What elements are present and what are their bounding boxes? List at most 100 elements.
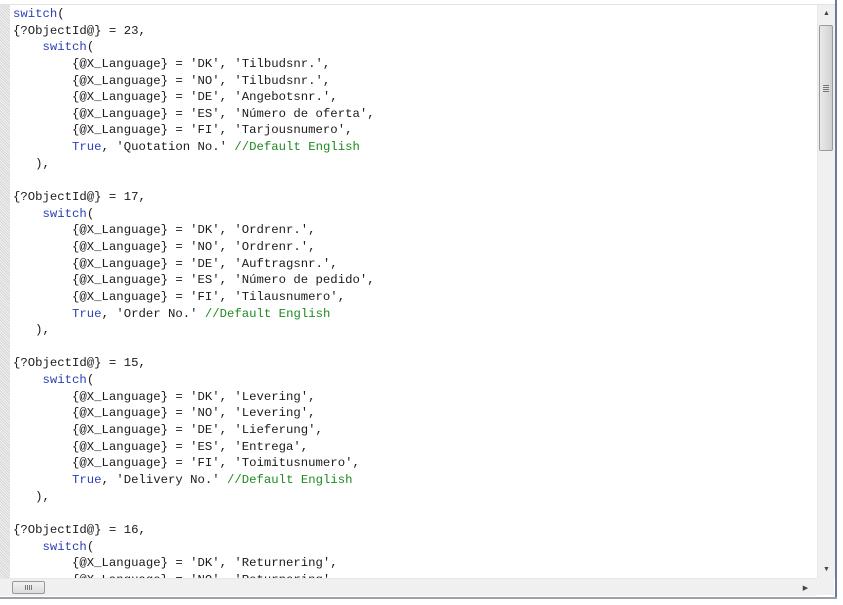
scrollbar-corner [817,578,834,595]
grip-icon [823,84,829,92]
code-token: {?ObjectId@} = 17, [13,190,146,205]
keyword-token: switch [42,373,87,388]
horizontal-scrollbar[interactable]: ▶ [0,578,817,596]
code-token: {@X_Language} = 'DK', 'Returnering', [13,556,338,571]
code-line: switch( [13,206,813,223]
code-token: ), [13,323,50,338]
code-line: switch( [13,372,813,389]
code-token: {@X_Language} = 'ES', 'Entrega', [13,439,309,454]
editor-gutter [0,5,10,578]
code-line: {@X_Language} = 'NO', 'Ordrenr.', [13,239,813,256]
code-line: {@X_Language} = 'DK', 'Returnering', [13,555,813,572]
code-line: {@X_Language} = 'ES', 'Número de oferta'… [13,106,813,123]
code-text[interactable]: switch({?ObjectId@} = 23, switch( {@X_La… [13,6,813,578]
code-token: ( [86,539,95,554]
code-line: {?ObjectId@} = 23, [13,23,813,40]
code-line: {@X_Language} = 'FI', 'Tarjousnumero', [13,122,813,139]
code-token: {@X_Language} = 'NO', 'Ordrenr.', [13,239,316,254]
code-line: ​ [13,172,813,189]
keyword-token: True [72,306,102,321]
code-token: , 'Order No.' [101,306,205,321]
code-token: ), [13,156,50,171]
code-token: , 'Quotation No.' [101,140,235,155]
code-line: switch( [13,39,813,56]
code-line: {@X_Language} = 'DE', 'Lieferung', [13,422,813,439]
keyword-token: True [72,140,102,155]
keyword-token: switch [42,539,87,554]
vertical-scrollbar[interactable]: ▲ ▼ [817,5,835,578]
code-token: {@X_Language} = 'ES', 'Número de pedido'… [13,273,375,288]
code-line: ​ [13,339,813,356]
code-line: {@X_Language} = 'NO', 'Levering', [13,405,813,422]
arrow-down-icon: ▼ [823,566,830,573]
code-line: {@X_Language} = 'DE', 'Angebotsnr.', [13,89,813,106]
comment-token: //Default English [227,472,353,487]
code-line: switch( [13,539,813,556]
comment-token: //Default English [234,140,360,155]
code-token: {@X_Language} = 'FI', 'Tilausnumero', [13,289,346,304]
window-edge-right [835,0,837,597]
code-token: {?ObjectId@} = 16, [13,522,146,537]
code-line: ), [13,156,813,173]
code-line: ​ [13,505,813,522]
code-line: ), [13,322,813,339]
code-line: {?ObjectId@} = 17, [13,189,813,206]
keyword-token: True [72,472,102,487]
code-line: {@X_Language} = 'DK', 'Ordrenr.', [13,222,813,239]
code-token: ( [86,373,95,388]
code-token: {@X_Language} = 'DK', 'Tilbudsnr.', [13,56,331,71]
code-line: {@X_Language} = 'ES', 'Entrega', [13,439,813,456]
code-token: {@X_Language} = 'DE', 'Auftragsnr.', [13,256,338,271]
code-token: {@X_Language} = 'DK', 'Ordrenr.', [13,223,316,238]
code-line: {@X_Language} = 'ES', 'Número de pedido'… [13,272,813,289]
horizontal-scroll-thumb[interactable] [12,581,45,594]
code-token: {@X_Language} = 'ES', 'Número de oferta'… [13,106,375,121]
grip-icon [25,585,32,590]
window-edge-bottom [0,597,837,599]
code-token: ( [57,7,65,21]
code-line: True, 'Quotation No.' //Default English [13,139,813,156]
code-line: True, 'Delivery No.' //Default English [13,472,813,489]
code-token: {@X_Language} = 'DK', 'Levering', [13,389,316,404]
code-line: {@X_Language} = 'NO', 'Tilbudsnr.', [13,73,813,90]
code-token: {@X_Language} = 'NO', 'Tilbudsnr.', [13,73,331,88]
code-line: {?ObjectId@} = 15, [13,355,813,372]
code-line: {@X_Language} = 'DK', 'Levering', [13,389,813,406]
code-line: {@X_Language} = 'DE', 'Auftragsnr.', [13,256,813,273]
code-line: True, 'Order No.' //Default English [13,306,813,323]
vertical-scroll-thumb[interactable] [819,25,833,151]
keyword-token: switch [42,206,87,221]
comment-token: //Default English [204,306,331,321]
code-line: {@X_Language} = 'FI', 'Toimitusnumero', [13,455,813,472]
code-token: {@X_Language} = 'FI', 'Tarjousnumero', [13,123,353,138]
arrow-up-icon: ▲ [823,10,830,17]
formula-editor[interactable]: switch({?ObjectId@} = 23, switch( {@X_La… [13,6,813,578]
scroll-down-button[interactable]: ▼ [818,561,835,578]
code-token: ( [86,40,95,55]
code-token: ), [13,489,50,504]
scroll-right-button[interactable]: ▶ [797,579,814,596]
code-line: switch( [13,6,813,23]
code-token: {?ObjectId@} = 23, [13,23,146,38]
code-token: , 'Delivery No.' [101,472,228,487]
code-line: {@X_Language} = 'DK', 'Tilbudsnr.', [13,56,813,73]
code-line: {?ObjectId@} = 16, [13,522,813,539]
code-token: {?ObjectId@} = 15, [13,356,146,371]
code-line: ), [13,489,813,506]
scroll-up-button[interactable]: ▲ [818,5,835,22]
code-token: {@X_Language} = 'FI', 'Toimitusnumero', [13,456,360,471]
code-token: {@X_Language} = 'DE', 'Lieferung', [13,423,323,438]
code-token: {@X_Language} = 'DE', 'Angebotsnr.', [13,90,338,105]
keyword-token: switch [13,7,58,21]
code-token: {@X_Language} = 'NO', 'Levering', [13,406,316,421]
code-line: {@X_Language} = 'FI', 'Tilausnumero', [13,289,813,306]
arrow-right-icon: ▶ [802,584,809,592]
code-token: ( [86,206,95,221]
